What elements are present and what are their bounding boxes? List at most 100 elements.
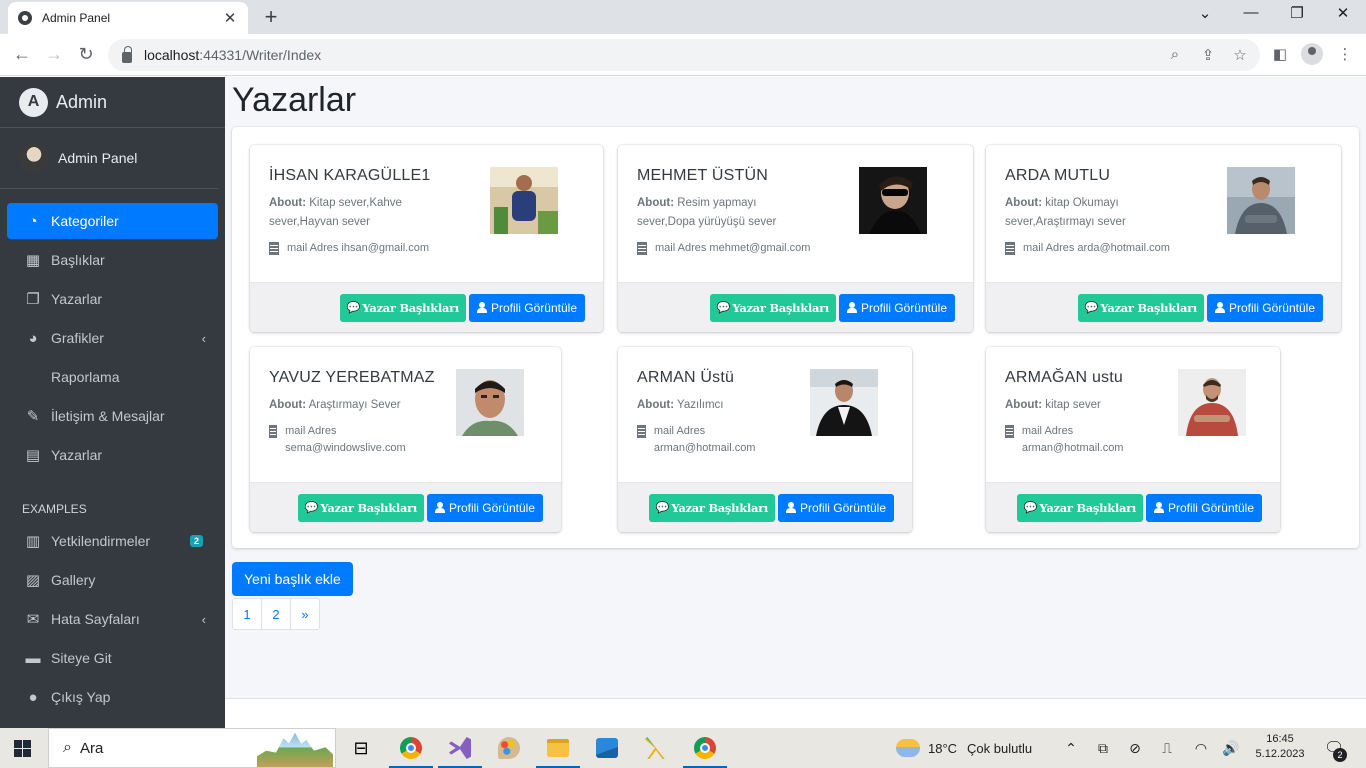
sidebar-item-kategoriler[interactable]: ◔ Kategoriler [7, 203, 218, 239]
file-explorer-app-icon[interactable] [536, 734, 580, 768]
menu-kebab-icon[interactable]: ⋮ [1335, 45, 1355, 63]
writer-about: About: Resim yapmayı sever,Dopa yürüyüşü… [637, 194, 817, 232]
mail-value: arman@hotmail.com [1021, 442, 1124, 454]
sidebar-item-cikis-yap[interactable]: ● Çıkış Yap [7, 679, 218, 715]
writer-mail: mail Adres arman@hotmail.com [1005, 423, 1155, 457]
mail-value: arman@hotmail.com [653, 442, 756, 454]
tab-title: Admin Panel [42, 11, 111, 25]
chevron-left-icon: ‹ [201, 330, 206, 346]
writer-about: About: Araştırmayı Sever [269, 396, 449, 415]
close-tab-icon[interactable]: ✕ [222, 9, 238, 27]
writer-photo [859, 167, 927, 234]
browser-tab[interactable]: Admin Panel ✕ [8, 2, 248, 34]
restore-button[interactable]: ❐ [1282, 4, 1312, 22]
back-arrow-icon[interactable]: ← [10, 44, 34, 65]
sidebar-item-yetkilendirmeler[interactable]: ▥ Yetkilendirmeler 2 [7, 523, 218, 559]
taskbar-search[interactable]: ⌕ Ara [48, 728, 336, 768]
sidebar-item-gallery[interactable]: ▨ Gallery [7, 562, 218, 598]
new-tab-button[interactable]: + [260, 4, 282, 30]
lock-icon[interactable] [122, 45, 132, 63]
edit-icon: ✎ [26, 408, 40, 425]
writer-titles-button[interactable]: 💬 Yazar Başlıkları [1016, 493, 1143, 522]
view-profile-button[interactable]: Profili Görüntüle [777, 493, 894, 522]
about-text: Yazılımcı [677, 399, 724, 411]
writer-titles-button[interactable]: 💬 Yazar Başlıkları [1077, 293, 1204, 322]
writer-mail: mail Adres sema@windowslive.com [269, 423, 419, 457]
view-profile-button[interactable]: Profili Görüntüle [468, 293, 585, 322]
wifi-icon[interactable]: ◠ [1192, 740, 1210, 757]
url-bar[interactable]: localhost:44331/Writer/Index ⌕ ⇪ ☆ [108, 39, 1260, 71]
network-icon[interactable]: ⎍ [1158, 740, 1176, 757]
sidebar-item-hata-sayfalari[interactable]: ✉ Hata Sayfaları ‹ [7, 601, 218, 637]
sidebar-item-iletisim[interactable]: ✎ İletişim & Mesajlar [7, 398, 218, 434]
sidebar-item-basliklar[interactable]: ▦ Başlıklar [7, 242, 218, 278]
sidebar-item-grafikler[interactable]: ◕ Grafikler ‹ [7, 320, 218, 356]
vpn-shield-icon[interactable]: ⊘ [1126, 740, 1144, 757]
paint-app-icon[interactable] [495, 734, 523, 762]
snipping-tool-app-icon[interactable] [642, 734, 670, 762]
task-view-icon[interactable]: ⊟ [347, 734, 375, 762]
about-text: kitap sever [1045, 399, 1101, 411]
writer-about: About: kitap sever [1005, 396, 1185, 415]
writer-titles-button[interactable]: 💬 Yazar Başlıkları [339, 293, 466, 322]
building-icon [637, 425, 646, 438]
writer-mail: mail Adres mehmet@gmail.com [637, 240, 955, 257]
sidebar-item-siteye-git[interactable]: ▬ Siteye Git [7, 640, 218, 676]
writer-titles-button[interactable]: 💬 Yazar Başlıkları [297, 493, 424, 522]
weather-widget[interactable]: 18°C Çok bulutlu [896, 728, 1032, 768]
chevron-up-icon[interactable]: ⌃ [1062, 740, 1080, 757]
user-icon [1153, 502, 1164, 513]
page-link-next[interactable]: » [290, 598, 320, 630]
sidebar-item-label: Çıkış Yap [51, 689, 111, 705]
mail-value: arda@hotmail.com [1077, 242, 1170, 254]
profile-avatar-icon[interactable] [1301, 43, 1323, 65]
button-label: Yazar Başlıkları [362, 300, 459, 315]
tab-search-dropdown-icon[interactable]: ⌄ [1190, 4, 1220, 22]
photos-app-icon[interactable] [593, 734, 621, 762]
pagination: 1 2 » [232, 598, 320, 630]
chrome-app-icon[interactable] [683, 734, 727, 768]
chart-pie-icon: ◕ [28, 329, 38, 347]
view-profile-button[interactable]: Profili Görüntüle [426, 493, 543, 522]
volume-icon[interactable]: 🔊 [1222, 740, 1240, 757]
windows-start-icon[interactable] [14, 740, 31, 757]
view-profile-button[interactable]: Profili Görüntüle [1145, 493, 1262, 522]
view-profile-button[interactable]: Profili Görüntüle [1206, 293, 1323, 322]
card-footer: 💬 Yazar Başlıkları Profili Görüntüle [618, 282, 973, 332]
system-clock[interactable]: 16:45 5.12.2023 [1252, 732, 1308, 762]
page-link-2[interactable]: 2 [261, 598, 291, 630]
comments-icon: 💬 [716, 301, 731, 314]
sidebar-item-label: Raporlama [51, 369, 120, 385]
sidebar-item-raporlama[interactable]: Raporlama [7, 359, 218, 395]
writer-photo [1227, 167, 1295, 234]
brand-link[interactable]: A Admin [0, 77, 225, 128]
minimize-button[interactable]: — [1236, 4, 1266, 21]
about-label: About: [637, 399, 675, 411]
zoom-icon[interactable]: ⌕ [1165, 46, 1185, 63]
device-icon[interactable]: ⧉ [1094, 740, 1112, 757]
share-icon[interactable]: ⇪ [1198, 46, 1218, 64]
about-label: About: [1005, 399, 1043, 411]
mail-label: mail Adres [653, 425, 706, 437]
writer-titles-button[interactable]: 💬 Yazar Başlıkları [709, 293, 836, 322]
writer-about: About: Kitap sever,Kahve sever,Hayvan se… [269, 194, 449, 232]
chrome-app-icon[interactable] [389, 734, 433, 768]
new-title-button[interactable]: Yeni başlık ekle [232, 562, 353, 596]
user-icon [1214, 302, 1225, 313]
user-panel[interactable]: Admin Panel [0, 128, 218, 189]
visual-studio-app-icon[interactable] [438, 734, 482, 768]
bookmark-star-icon[interactable]: ☆ [1230, 46, 1250, 64]
view-profile-button[interactable]: Profili Görüntüle [838, 293, 955, 322]
sidebar: A Admin Admin Panel ◔ Kategoriler ▦ Başl… [0, 77, 225, 728]
writer-card: ARMAĞAN ustu About: kitap sever mail Adr… [986, 347, 1280, 532]
weather-temp: 18°C [928, 740, 958, 756]
about-label: About: [637, 197, 675, 209]
sidebar-item-yazarlar-table[interactable]: ▤ Yazarlar [7, 437, 218, 473]
side-panel-icon[interactable]: ◧ [1270, 45, 1290, 63]
page-link-1[interactable]: 1 [232, 598, 262, 630]
reload-icon[interactable]: ↻ [74, 44, 98, 65]
writer-titles-button[interactable]: 💬 Yazar Başlıkları [648, 493, 775, 522]
close-window-button[interactable]: ✕ [1328, 4, 1358, 22]
forward-arrow-icon[interactable]: → [42, 44, 66, 65]
sidebar-item-yazarlar[interactable]: ❐ Yazarlar [7, 281, 218, 317]
